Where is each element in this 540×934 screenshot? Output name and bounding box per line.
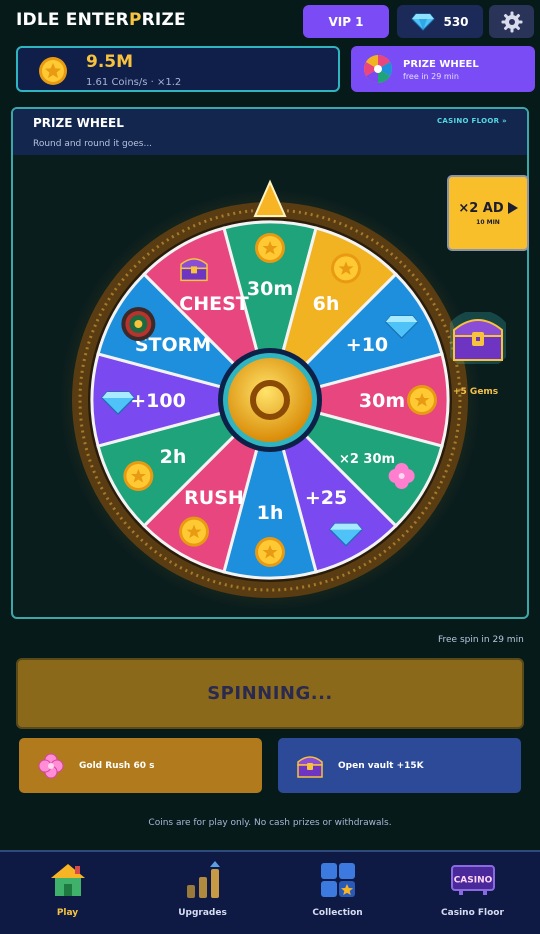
app-title-part: RIZE <box>141 10 186 30</box>
gold-rush-label: Gold Rush 60 s <box>79 760 155 771</box>
app-title-part: IDLE ENTER <box>16 10 129 30</box>
app-title-highlight: P <box>128 10 142 30</box>
chest-icon <box>297 755 323 778</box>
nav-play[interactable]: Play <box>0 852 135 934</box>
wheel-segment-label: RUSH <box>184 487 244 509</box>
coin-amount: 9.5M <box>86 52 134 72</box>
spin-button[interactable]: SPINNING... <box>16 658 524 729</box>
vault-label: Open vault +15K <box>338 760 424 771</box>
coin-icon <box>179 516 209 547</box>
wheel-segment-label: +100 <box>130 390 186 412</box>
nav-casino-floor[interactable]: CASINO Casino Floor <box>405 852 540 934</box>
chest-icon[interactable] <box>450 312 506 364</box>
chest-icon <box>180 258 208 282</box>
wheel-segment-label: ×2 30m <box>339 452 395 467</box>
coin-icon <box>331 253 361 284</box>
bottom-nav: Play Upgrades Collection CASINO Casino F… <box>0 850 540 934</box>
gem-count: 530 <box>443 14 469 29</box>
ad-sub-label: 10 MIN <box>476 218 500 226</box>
wheel-segment-label: +10 <box>346 334 388 356</box>
double-ad-button[interactable]: ×2 AD 10 MIN <box>447 175 529 251</box>
wheel-segment-label: 1h <box>257 502 284 524</box>
wheel-segment-label: CHEST <box>179 293 249 315</box>
panel-title: PRIZE WHEEL <box>33 116 124 130</box>
gear-icon <box>501 11 522 32</box>
grid-icon <box>320 863 355 897</box>
gem-reward-label: +5 Gems <box>453 387 499 397</box>
promo-subtitle: free in 29 min <box>403 72 459 81</box>
coin-icon <box>255 537 285 567</box>
coin-balance-card: 9.5M 1.61 Coins/s · ×1.2 <box>16 46 340 92</box>
nav-label: Casino Floor <box>441 908 504 918</box>
nav-collection[interactable]: Collection <box>270 852 405 934</box>
coin-rate: 1.61 Coins/s · ×1.2 <box>86 77 182 88</box>
gold-rush-button[interactable]: Gold Rush 60 s <box>19 738 262 793</box>
settings-button[interactable] <box>489 5 534 38</box>
clover-icon <box>38 753 64 778</box>
wheel-segment-label: 30m <box>247 278 293 300</box>
free-spin-timer: Free spin in 29 min <box>438 635 524 645</box>
roulette-icon <box>121 307 156 341</box>
bar-chart-icon <box>186 861 220 898</box>
wheel-icon <box>364 55 392 83</box>
open-vault-button[interactable]: Open vault +15K <box>278 738 521 793</box>
house-icon <box>50 864 85 896</box>
vip-button[interactable]: VIP 1 <box>303 5 389 38</box>
wheel-segment-label: 6h <box>313 293 340 315</box>
panel-subtitle: Round and round it goes... <box>33 139 153 149</box>
nav-label: Play <box>56 908 79 918</box>
coin-icon <box>39 57 67 85</box>
prize-wheel[interactable]: 30m6h+1030m×2 30m+251hRUSH2h+100STORMCHE… <box>60 170 480 610</box>
coin-icon <box>123 461 154 491</box>
play-icon <box>507 202 518 214</box>
nav-upgrades[interactable]: Upgrades <box>135 852 270 934</box>
disclaimer: Coins are for play only. No cash prizes … <box>148 818 392 828</box>
coin-icon <box>255 233 285 263</box>
wheel-segment-label: 30m <box>359 390 405 412</box>
wheel-segment-label: 2h <box>160 446 187 468</box>
hub-coin-icon <box>228 358 312 442</box>
gem-icon <box>411 13 436 31</box>
spin-button-label: SPINNING... <box>207 683 333 704</box>
app-title: IDLE ENTERPRIZE <box>16 10 186 30</box>
casino-sign-icon: CASINO <box>450 865 495 895</box>
prize-wheel-promo[interactable]: PRIZE WHEEL free in 29 min <box>351 46 535 92</box>
coin-icon <box>407 385 437 415</box>
casino-sign-text: CASINO <box>453 876 492 886</box>
promo-title: PRIZE WHEEL <box>403 59 479 70</box>
panel-header: PRIZE WHEEL Round and round it goes... C… <box>13 109 527 155</box>
nav-label: Collection <box>312 908 363 918</box>
ad-main-label: ×2 AD <box>458 200 504 216</box>
casino-floor-link[interactable]: CASINO FLOOR » <box>437 117 507 125</box>
gems-button[interactable]: 530 <box>397 5 483 38</box>
vip-label: VIP 1 <box>328 14 364 29</box>
nav-label: Upgrades <box>178 908 227 918</box>
wheel-segment-label: +25 <box>305 487 347 509</box>
